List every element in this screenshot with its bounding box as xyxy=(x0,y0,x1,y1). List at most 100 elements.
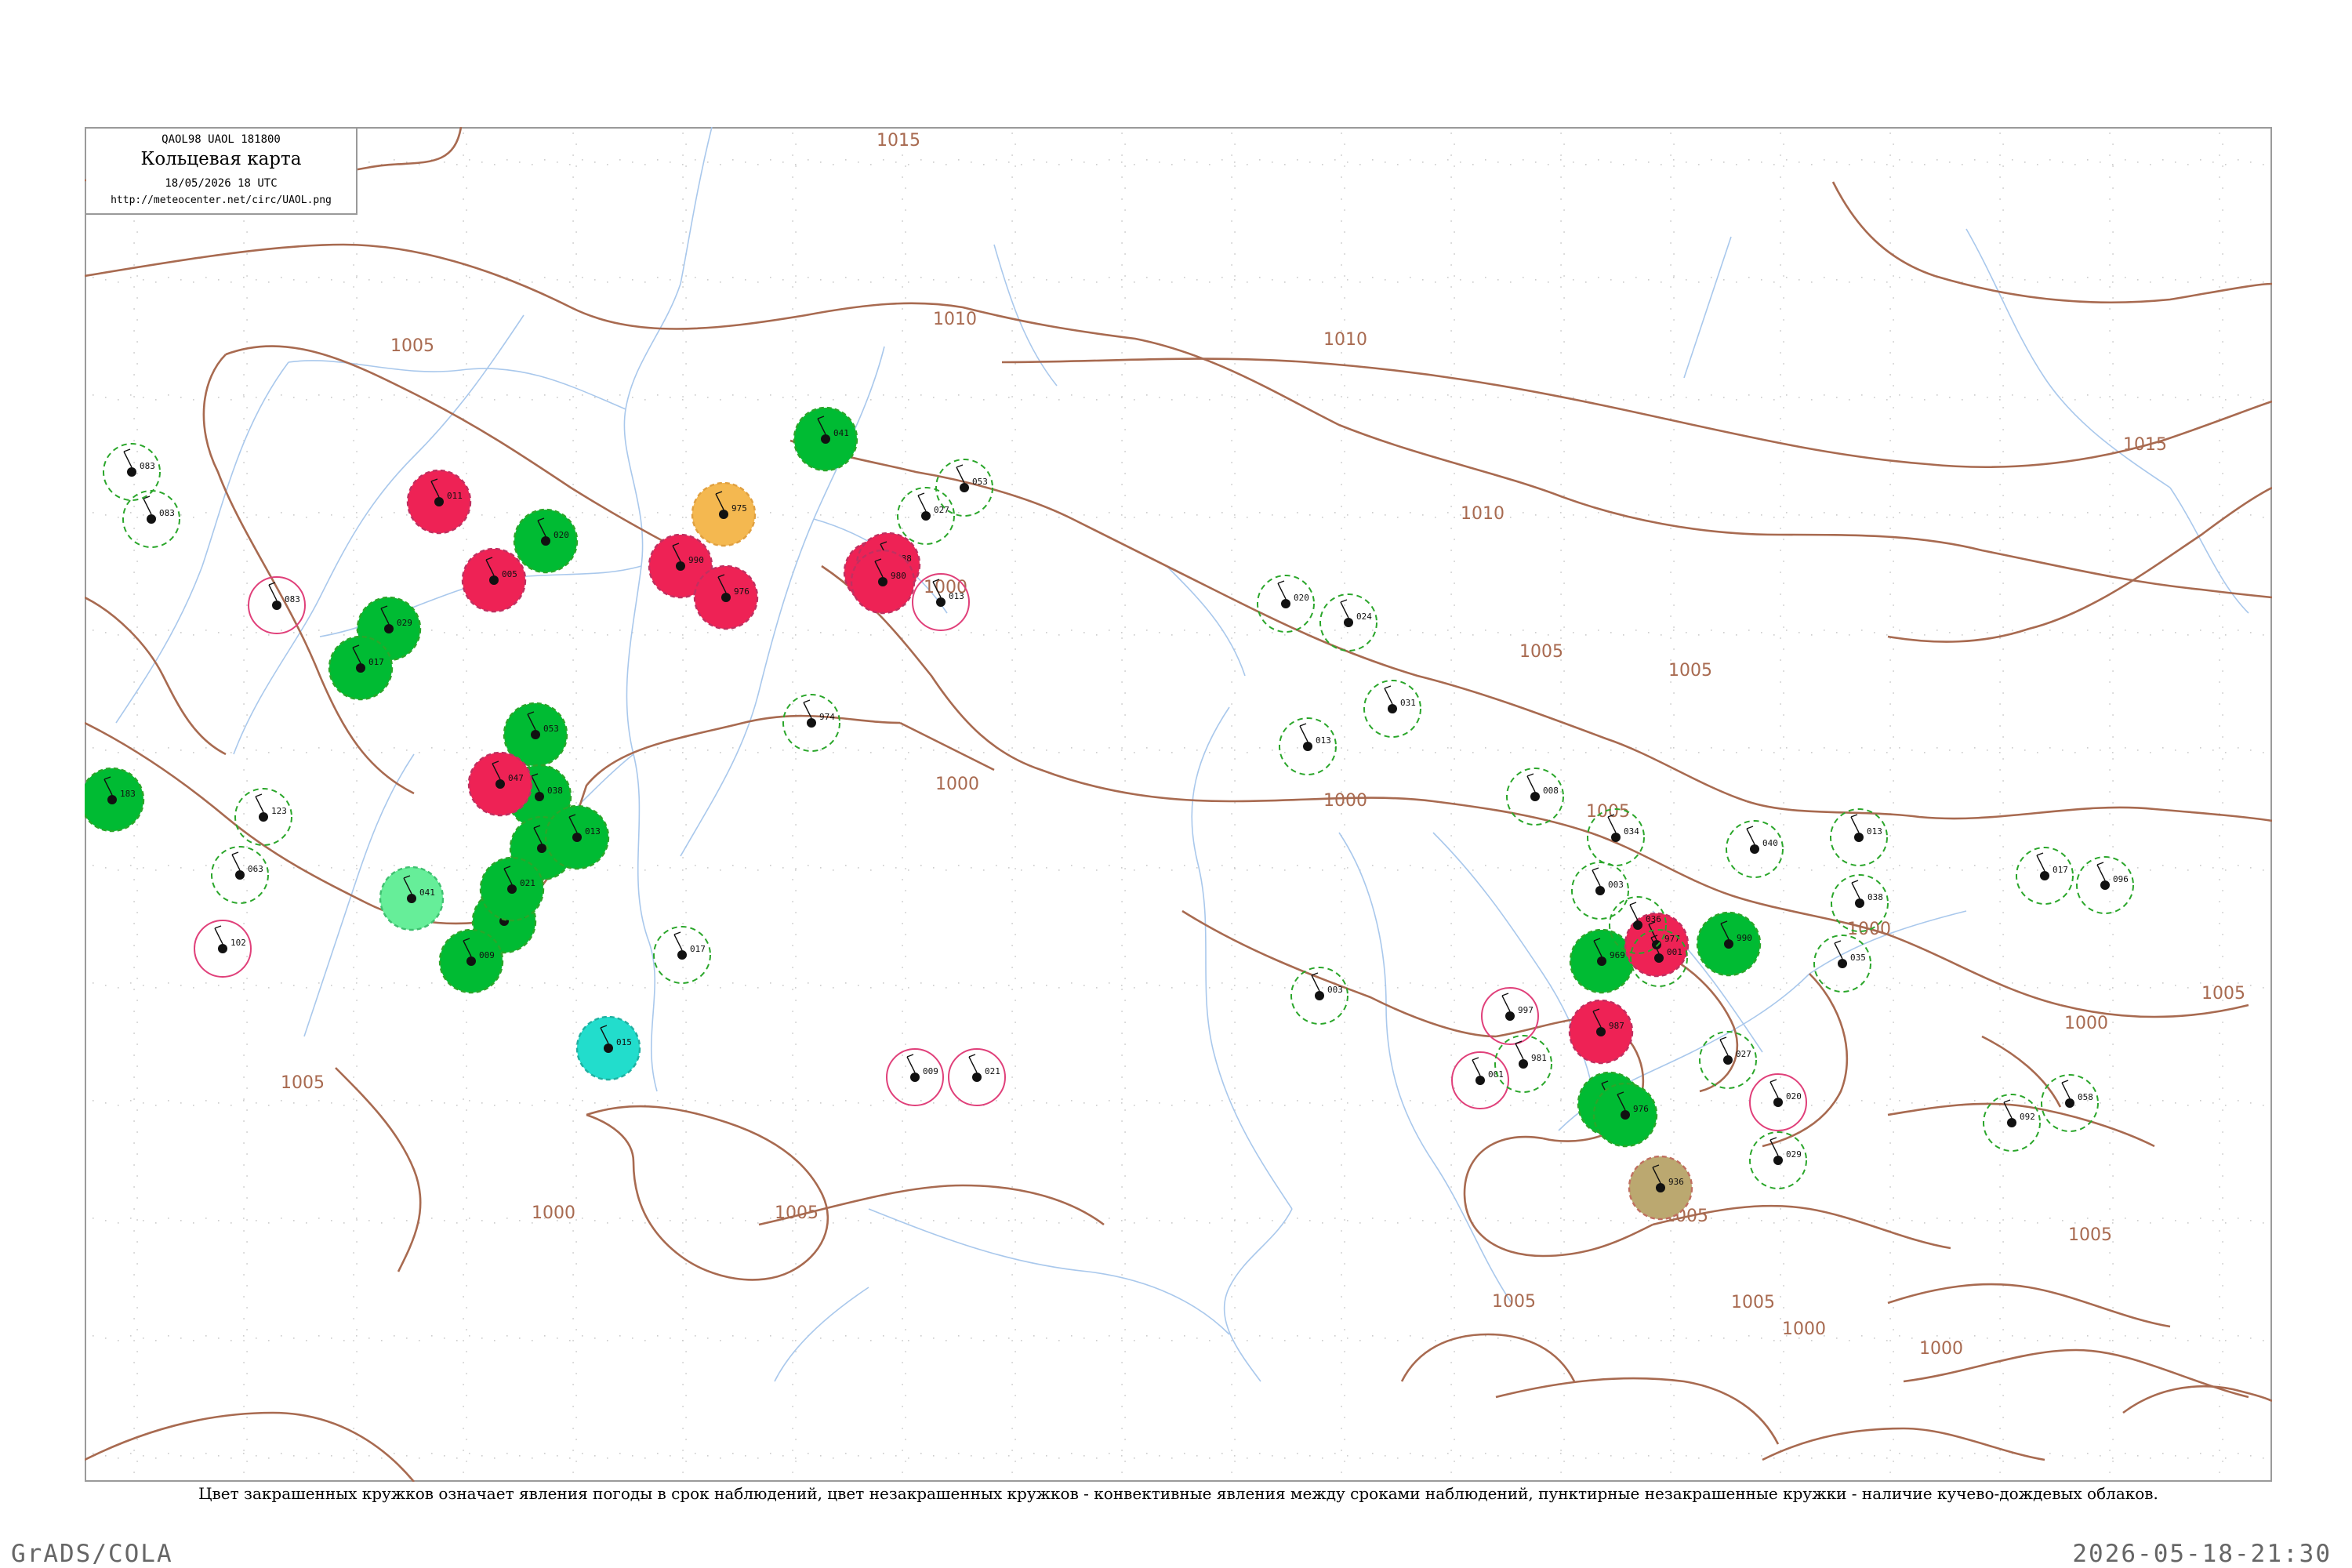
river-16 xyxy=(993,244,1058,387)
wind-barb xyxy=(906,1054,916,1073)
station-thunder[interactable]: 990 xyxy=(1696,911,1762,977)
station-thunder[interactable]: 969 xyxy=(1569,928,1635,994)
river-2 xyxy=(288,360,626,410)
station-cb[interactable]: 013 xyxy=(1279,717,1337,775)
station-dot xyxy=(535,792,544,801)
station-cb[interactable]: 013 xyxy=(1830,808,1888,866)
station-cb[interactable]: 035 xyxy=(1813,935,1871,993)
station-rain[interactable]: 987 xyxy=(1568,999,1634,1065)
wind-barb xyxy=(1299,723,1308,742)
isobar-lines xyxy=(85,127,2272,1482)
wind-barb xyxy=(1526,773,1536,793)
isobar-label: 1015 xyxy=(2123,435,2167,455)
wind-barb xyxy=(2061,1080,2071,1099)
river-19 xyxy=(1683,236,1732,379)
station-cb[interactable]: 003 xyxy=(1290,967,1348,1025)
river-21 xyxy=(868,1208,1230,1335)
station-thunder[interactable]: 183 xyxy=(85,767,145,833)
isobar-26 xyxy=(586,1105,829,1281)
station-dot xyxy=(1281,599,1290,608)
wind-barb xyxy=(968,1054,978,1073)
station-haze[interactable]: 041 xyxy=(379,866,445,931)
station-dust[interactable]: 936 xyxy=(1628,1155,1693,1221)
station-shower[interactable]: 009 xyxy=(886,1048,944,1106)
station-dot xyxy=(1611,833,1621,842)
station-thunder[interactable]: 021 xyxy=(479,856,545,922)
station-cb[interactable]: 040 xyxy=(1726,820,1784,878)
station-pressure: 990 xyxy=(688,555,704,565)
station-thunder[interactable]: 976 xyxy=(1592,1082,1658,1148)
station-dot xyxy=(878,577,887,586)
station-cb[interactable]: 123 xyxy=(234,788,292,846)
station-cb[interactable]: 974 xyxy=(782,694,840,752)
station-cb[interactable]: 003 xyxy=(1571,862,1629,920)
station-pressure: 001 xyxy=(1667,947,1682,957)
station-dot xyxy=(434,497,444,506)
station-shower[interactable]: 020 xyxy=(1749,1073,1807,1131)
isobar-18 xyxy=(1463,1135,1653,1258)
station-dot xyxy=(1505,1011,1515,1021)
isobar-label: 1010 xyxy=(1323,330,1367,350)
station-cb[interactable]: 031 xyxy=(1363,680,1421,738)
station-thunder[interactable]: 020 xyxy=(513,508,579,574)
station-thunder[interactable]: 009 xyxy=(438,928,504,994)
isobar-33 xyxy=(85,596,227,756)
isobar-label: 1005 xyxy=(2068,1225,2112,1245)
station-dot xyxy=(466,956,476,966)
station-cb[interactable]: 058 xyxy=(2041,1074,2099,1132)
station-shower[interactable]: 102 xyxy=(194,920,252,978)
station-dot xyxy=(1597,956,1606,966)
station-cb[interactable]: 083 xyxy=(103,443,161,501)
station-pressure: 013 xyxy=(949,591,964,601)
river-10 xyxy=(1223,1208,1293,1382)
station-rain[interactable]: 005 xyxy=(461,547,527,613)
isobar-24 xyxy=(335,1067,422,1272)
station-cb[interactable]: 008 xyxy=(1506,768,1564,826)
station-pressure: 976 xyxy=(1633,1104,1649,1114)
isobar-34 xyxy=(1400,1333,1576,1382)
station-cb[interactable]: 017 xyxy=(653,926,711,984)
station-pressure: 047 xyxy=(508,773,524,783)
station-pressure: 009 xyxy=(923,1066,938,1076)
station-dot xyxy=(1750,844,1759,854)
isobar-20 xyxy=(1887,1283,2171,1328)
station-rain[interactable]: 976 xyxy=(693,564,759,630)
station-cb[interactable]: 027 xyxy=(1699,1031,1757,1089)
isobar-27 xyxy=(586,1113,681,1258)
station-pressure: 183 xyxy=(120,789,136,799)
station-shower[interactable]: 997 xyxy=(1481,987,1539,1045)
isobar-16 xyxy=(1181,909,1497,1038)
station-cb[interactable]: 017 xyxy=(2016,847,2074,905)
wind-barb xyxy=(214,925,223,945)
station-thunder[interactable]: 013 xyxy=(544,804,610,870)
station-dot xyxy=(1724,939,1733,949)
map-legend-box: QAOL98 UAOL 181800 Кольцевая карта 18/05… xyxy=(86,129,358,215)
station-rain[interactable]: 980 xyxy=(850,549,916,615)
station-rain[interactable]: 011 xyxy=(406,469,472,535)
station-dot xyxy=(1315,991,1324,1000)
station-cb[interactable]: 024 xyxy=(1319,593,1377,652)
station-thunder[interactable]: 017 xyxy=(328,635,394,701)
station-fog[interactable]: 975 xyxy=(691,481,757,547)
station-drizzle[interactable]: 015 xyxy=(575,1015,641,1081)
station-dot xyxy=(1773,1098,1783,1107)
station-rain[interactable]: 047 xyxy=(467,751,533,817)
station-cb[interactable]: 083 xyxy=(122,490,180,548)
wind-barb xyxy=(1769,1079,1779,1098)
station-cb[interactable]: 063 xyxy=(211,846,269,904)
station-thunder[interactable]: 041 xyxy=(793,406,858,472)
synoptic-map: 1015101010051010101010051010101510051000… xyxy=(85,127,2272,1482)
wind-barb xyxy=(1769,1137,1779,1156)
station-pressure: 092 xyxy=(2020,1112,2035,1122)
station-dot xyxy=(107,795,117,804)
station-dot xyxy=(572,833,582,842)
station-shower[interactable]: 021 xyxy=(948,1048,1006,1106)
wind-barb xyxy=(123,448,132,468)
station-pressure: 063 xyxy=(248,864,263,874)
station-cb[interactable]: 096 xyxy=(2076,856,2134,914)
isobar-4 xyxy=(202,354,415,795)
station-dot xyxy=(541,536,550,546)
wind-barb xyxy=(1850,814,1860,833)
station-cb[interactable]: 020 xyxy=(1257,575,1315,633)
source-url[interactable]: http://meteocenter.net/circ/UAOL.png xyxy=(86,194,356,206)
